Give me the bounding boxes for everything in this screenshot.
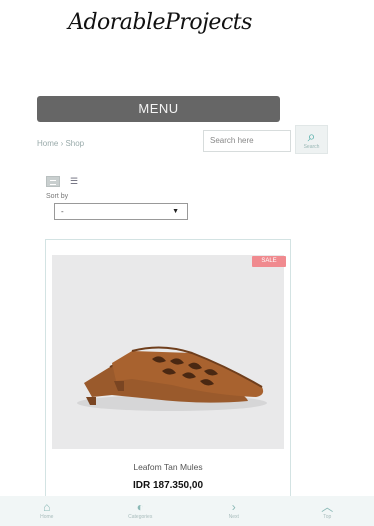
dropdown-arrow-icon: ▼ (172, 208, 179, 215)
nav-home[interactable]: ⌂ Home (17, 501, 77, 521)
sort-selected-value: - (61, 207, 64, 216)
list-view-icon[interactable]: ☰ (70, 176, 78, 187)
menu-button[interactable]: MENU (37, 96, 280, 122)
product-price: IDR 187.350,00 (132, 480, 204, 491)
categories-icon: ◐ (136, 500, 144, 514)
next-icon: › (231, 500, 236, 514)
search-icon: ⌕ (307, 128, 316, 144)
nav-categories-label: Categories (128, 514, 153, 520)
search-button-label: Search (303, 144, 320, 150)
product-name[interactable]: Leafom Tan Mules (46, 462, 290, 472)
home-icon: ⌂ (43, 500, 51, 514)
sale-badge: SALE (252, 256, 286, 267)
breadcrumb[interactable]: Home › Shop (37, 139, 84, 148)
sort-label: Sort by (46, 193, 69, 200)
product-image[interactable] (52, 255, 284, 449)
shoe-illustration (77, 346, 267, 411)
grid-view-icon[interactable] (46, 176, 60, 187)
nav-next[interactable]: › Next (204, 501, 264, 521)
nav-next-label: Next (228, 514, 239, 520)
product-card[interactable]: SALE Leafom Tan Mules IDR 187.350,00 (45, 239, 291, 509)
sort-select[interactable]: - ▼ (54, 203, 188, 220)
top-icon: ︿ (321, 500, 334, 514)
nav-top-label: Top (323, 514, 332, 520)
nav-home-label: Home (40, 514, 54, 520)
site-logo[interactable]: AdorableProjects (0, 10, 320, 35)
bottom-nav: ⌂ Home ◐ Categories › Next ︿ Top (0, 496, 374, 526)
search-input[interactable]: Search here (203, 130, 291, 152)
nav-top[interactable]: ︿ Top (297, 501, 357, 521)
nav-categories[interactable]: ◐ Categories (110, 501, 170, 521)
search-button[interactable]: ⌕ Search (295, 125, 328, 154)
